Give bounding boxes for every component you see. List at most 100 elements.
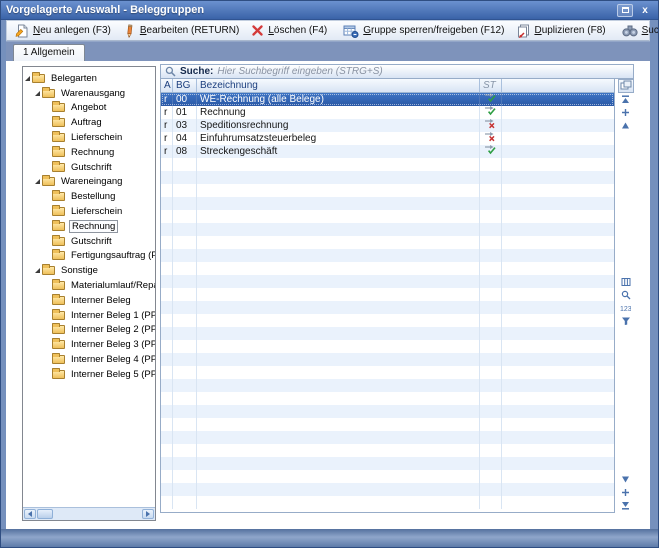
tree-expand-arrow[interactable] — [35, 268, 40, 274]
table-row-empty[interactable] — [161, 366, 614, 379]
close-button[interactable]: x — [637, 4, 653, 17]
column-header-bezeichnung[interactable]: Bezeichnung — [197, 79, 480, 92]
table-row-empty[interactable] — [161, 314, 614, 327]
table-row-empty[interactable] — [161, 496, 614, 509]
scroll-bottom-button[interactable] — [619, 499, 633, 512]
tree-item-belegarten-0[interactable]: Belegarten — [23, 71, 155, 86]
column-header-st[interactable]: ST — [480, 79, 502, 92]
neu-anlegen-button[interactable]: Neu anlegen (F3) — [9, 21, 117, 40]
table-row-08[interactable]: r 08 Streckengeschäft — [161, 145, 614, 158]
table-row-empty[interactable] — [161, 210, 614, 223]
table-row-empty[interactable] — [161, 288, 614, 301]
tree-item-label: Wareneingang — [61, 176, 123, 188]
table-row-empty[interactable] — [161, 457, 614, 470]
tree-expand-arrow[interactable] — [25, 75, 30, 81]
tree-item-auftrag-3[interactable]: Auftrag — [23, 115, 155, 130]
tree-item-interner-beleg-5-pps-20[interactable]: Interner Beleg 5 (PPS) — [23, 367, 155, 382]
cell — [197, 314, 480, 327]
scroll-right-icon — [146, 511, 150, 517]
cell-filler — [502, 210, 614, 223]
cell-filler — [502, 119, 614, 132]
tree-item-label: Interner Beleg 3 (PPS) — [71, 339, 155, 351]
table-row-empty[interactable] — [161, 353, 614, 366]
table-row-empty[interactable] — [161, 379, 614, 392]
table-row-empty[interactable] — [161, 171, 614, 184]
status-cell — [480, 184, 502, 197]
cell — [197, 327, 480, 340]
table-row-empty[interactable] — [161, 444, 614, 457]
page-up-button[interactable] — [619, 119, 633, 132]
status-blocked-icon — [484, 132, 497, 145]
table-row-empty[interactable] — [161, 470, 614, 483]
gruppe-sperren-freigeben-button[interactable]: Gruppe sperren/freigeben (F12) — [337, 21, 510, 40]
table-row-03[interactable]: r 03 Speditionsrechnung — [161, 119, 614, 132]
cell: r — [161, 132, 173, 145]
gruppe-sperren-freigeben-button-label: Gruppe sperren/freigeben (F12) — [363, 25, 505, 36]
tree-item-warenausgang-1[interactable]: Warenausgang — [23, 86, 155, 101]
scroll-left-button[interactable] — [24, 509, 36, 519]
tree-item-interner-beleg-15[interactable]: Interner Beleg — [23, 293, 155, 308]
table-row-empty[interactable] — [161, 197, 614, 210]
tree-horizontal-scrollbar[interactable] — [23, 507, 155, 520]
tree-item-gutschrift-11[interactable]: Gutschrift — [23, 234, 155, 249]
scroll-right-button[interactable] — [142, 509, 154, 519]
table-row-empty[interactable] — [161, 431, 614, 444]
cell — [161, 210, 173, 223]
table-row-empty[interactable] — [161, 184, 614, 197]
tree-item-rechnung-10[interactable]: Rechnung — [23, 219, 155, 234]
tree-item-wareneingang-7[interactable]: Wareneingang — [23, 175, 155, 190]
column-header-a[interactable]: A — [161, 79, 173, 92]
status-cell — [480, 353, 502, 366]
table-row-empty[interactable] — [161, 262, 614, 275]
tab-allgemein[interactable]: 1 Allgemein — [13, 44, 85, 61]
cell — [173, 301, 197, 314]
restore-button[interactable] — [617, 3, 633, 17]
suchen-button[interactable]: Suchen (STRG+S) — [616, 21, 658, 40]
tree-item-angebot-2[interactable]: Angebot — [23, 101, 155, 116]
cell — [197, 418, 480, 431]
tree-item-rechnung-5[interactable]: Rechnung — [23, 145, 155, 160]
tree-item-gutschrift-6[interactable]: Gutschrift — [23, 160, 155, 175]
tree-item-interner-beleg-4-pps-19[interactable]: Interner Beleg 4 (PPS) — [23, 352, 155, 367]
cell-filler — [502, 392, 614, 405]
table-row-empty[interactable] — [161, 340, 614, 353]
filter-button[interactable] — [619, 316, 633, 329]
table-row-04[interactable]: r 04 Einfuhrumsatzsteuerbeleg — [161, 132, 614, 145]
column-header-bg[interactable]: BG — [173, 79, 197, 92]
table-row-empty[interactable] — [161, 223, 614, 236]
table-row-empty[interactable] — [161, 418, 614, 431]
table-row-empty[interactable] — [161, 327, 614, 340]
table-row-empty[interactable] — [161, 158, 614, 171]
folder-icon — [52, 219, 65, 231]
table-row-empty[interactable] — [161, 483, 614, 496]
table-row-empty[interactable] — [161, 275, 614, 288]
table-row-empty[interactable] — [161, 236, 614, 249]
table-row-empty[interactable] — [161, 405, 614, 418]
table-row-empty[interactable] — [161, 392, 614, 405]
title-bar[interactable]: Vorgelagerte Auswahl - Beleggruppen x — [1, 1, 658, 20]
tree-expand-arrow[interactable] — [35, 179, 40, 185]
tree-item-interner-beleg-1-pps-16[interactable]: Interner Beleg 1 (PPS) — [23, 308, 155, 323]
search-bar[interactable]: Suche: Hier Suchbegriff eingeben (STRG+S… — [160, 64, 634, 79]
bearbeiten-button[interactable]: Bearbeiten (RETURN) — [117, 21, 245, 40]
tree-item-interner-beleg-3-pps-18[interactable]: Interner Beleg 3 (PPS) — [23, 337, 155, 352]
tree-item-lieferschein-4[interactable]: Lieferschein — [23, 130, 155, 145]
table-row-00[interactable]: r 00 WE-Rechnung (alle Belege) — [161, 93, 614, 106]
column-header-filler — [502, 79, 614, 92]
table-row-empty[interactable] — [161, 301, 614, 314]
search-input[interactable]: Hier Suchbegriff eingeben (STRG+S) — [217, 66, 382, 77]
duplizieren-button[interactable]: Duplizieren (F8) — [510, 21, 611, 40]
tree-item-materialumlauf-reparatur-14[interactable]: Materialumlauf/Reparatur — [23, 278, 155, 293]
tree-item-fertigungsauftrag-pps-12[interactable]: Fertigungsauftrag (PPS) — [23, 249, 155, 264]
table-row-01[interactable]: r 01 Rechnung — [161, 106, 614, 119]
tree-item-label: Lieferschein — [71, 132, 123, 144]
loeschen-button[interactable]: Löschen (F4) — [245, 21, 333, 40]
tree-item-lieferschein-9[interactable]: Lieferschein — [23, 204, 155, 219]
tree-item-sonstige-13[interactable]: Sonstige — [23, 263, 155, 278]
tree-expand-arrow[interactable] — [35, 90, 40, 96]
tree-item-label: Auftrag — [71, 117, 102, 129]
tree-item-bestellung-8[interactable]: Bestellung — [23, 189, 155, 204]
tree-item-interner-beleg-2-pps-17[interactable]: Interner Beleg 2 (PPS) — [23, 323, 155, 338]
scrollbar-thumb[interactable] — [37, 509, 53, 519]
table-row-empty[interactable] — [161, 249, 614, 262]
